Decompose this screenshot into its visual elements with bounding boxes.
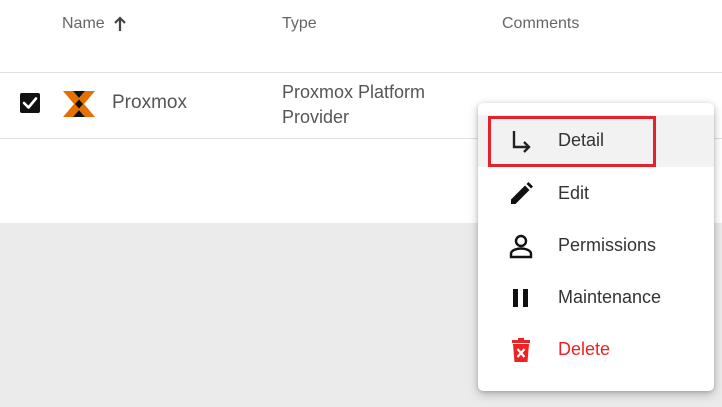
row-type: Proxmox Platform Provider — [282, 80, 482, 130]
column-header-comments[interactable]: Comments — [502, 15, 579, 33]
column-header-name[interactable]: Name — [62, 15, 127, 33]
trash-icon — [512, 338, 530, 362]
table-header: Name Type Comments — [0, 0, 722, 73]
menu-item-delete-label: Delete — [558, 339, 611, 359]
menu-item-permissions[interactable]: Permissions — [478, 220, 714, 272]
row-name[interactable]: Proxmox — [112, 92, 187, 114]
person-icon — [509, 234, 533, 259]
menu-item-maintenance-label: Maintenance — [558, 287, 662, 307]
proxmox-logo-icon — [63, 91, 95, 117]
row-checkbox[interactable] — [19, 92, 41, 114]
menu-item-edit-label: Edit — [558, 183, 590, 203]
row-type-line1: Proxmox Platform — [282, 82, 426, 102]
menu-item-permissions-label: Permissions — [558, 235, 657, 255]
menu-item-edit[interactable]: Edit — [478, 168, 714, 220]
pencil-icon — [511, 182, 533, 204]
pause-icon — [513, 289, 528, 307]
arrow-up-icon — [113, 16, 126, 31]
menu-item-maintenance[interactable]: Maintenance — [478, 272, 714, 324]
menu-item-delete[interactable]: Delete — [478, 324, 714, 376]
row-type-line2: Provider — [282, 107, 350, 127]
column-header-name-label: Name — [62, 15, 105, 32]
detail-highlight-box — [488, 116, 656, 167]
column-header-type[interactable]: Type — [282, 15, 317, 33]
